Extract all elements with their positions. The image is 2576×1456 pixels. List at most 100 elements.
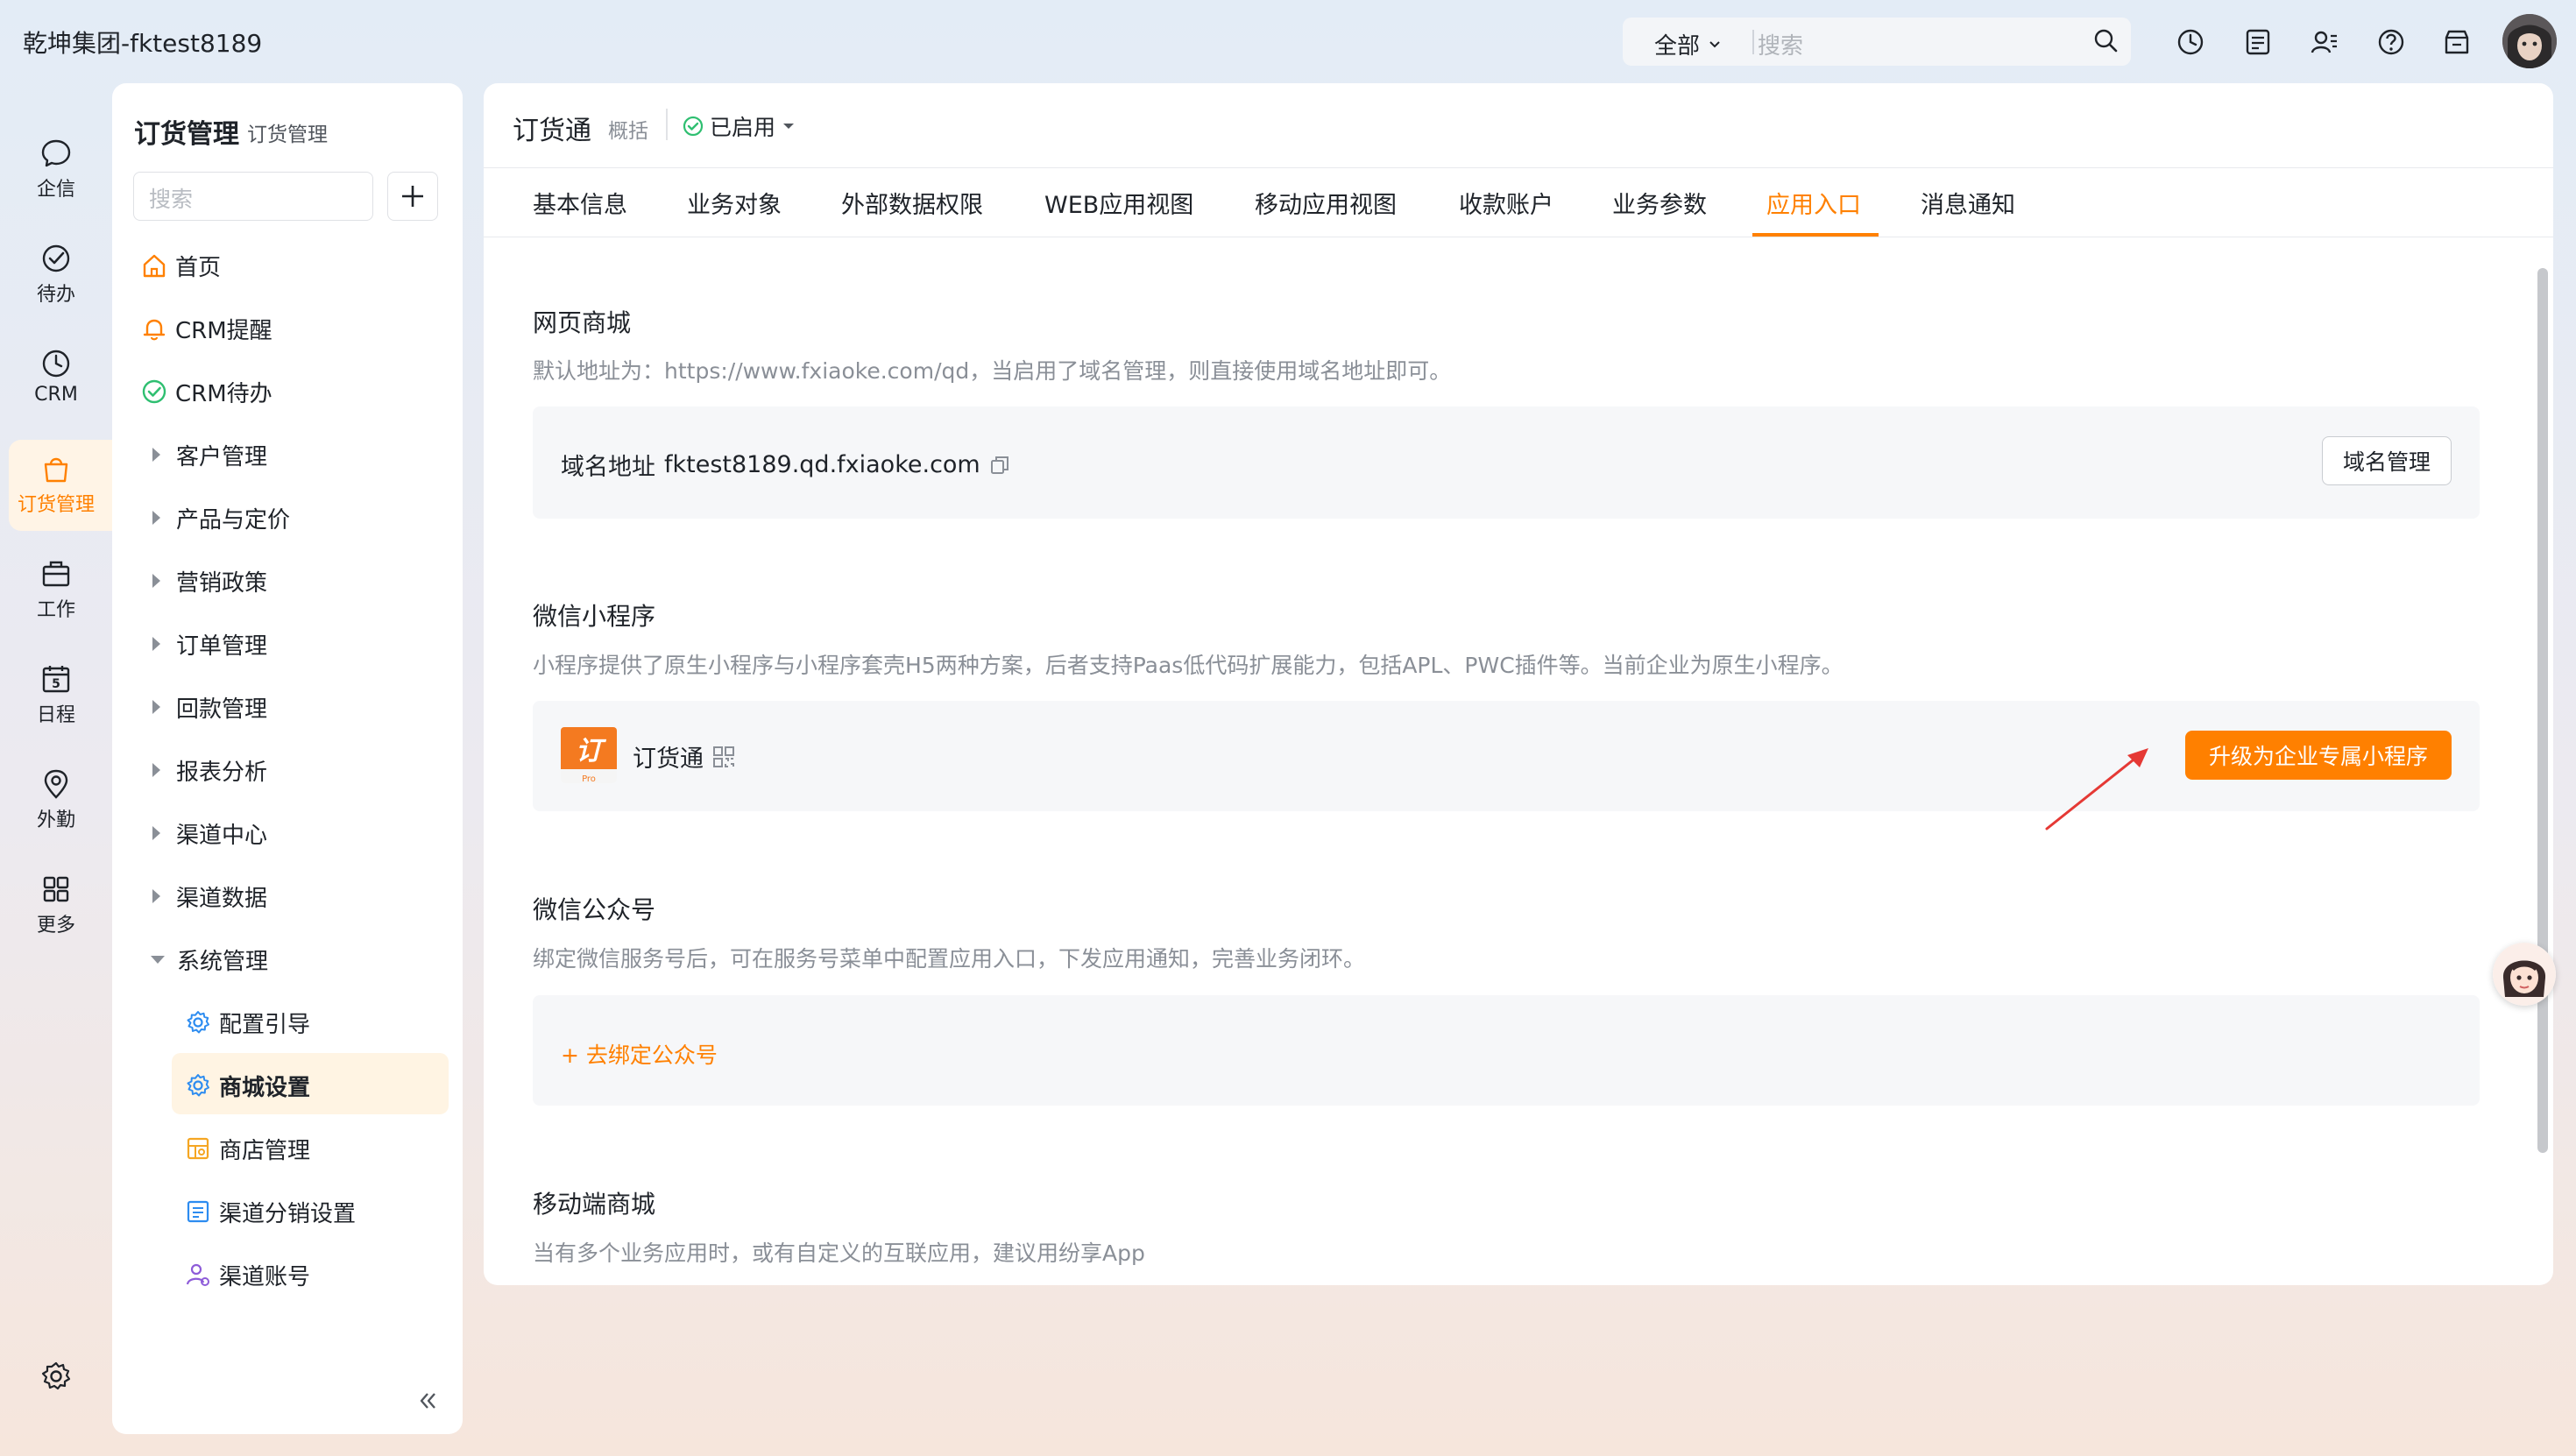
- sidebar-add-button[interactable]: [387, 172, 438, 221]
- settings-gear-icon[interactable]: [39, 1360, 73, 1393]
- gear-icon: [184, 1008, 212, 1036]
- sidebar-item-label: 客户管理: [176, 443, 268, 470]
- check-circle-icon: [140, 378, 168, 406]
- list-settings-icon: [184, 1198, 212, 1226]
- mini-app-name-row: 订货通: [633, 739, 735, 774]
- qrcode-icon[interactable]: [712, 746, 735, 768]
- company-name[interactable]: 乾坤集团-fktest8189: [23, 25, 262, 60]
- rail-item-schedule[interactable]: 5 日程: [0, 662, 112, 727]
- search-divider: [1752, 30, 1754, 54]
- annotation-arrow-icon: [2043, 745, 2152, 832]
- sidebar-item-home[interactable]: 首页: [140, 248, 221, 283]
- bind-official-account-link[interactable]: + 去绑定公众号: [561, 1038, 718, 1070]
- sidebar-item-reports[interactable]: 报表分析: [140, 753, 267, 788]
- check-circle-icon: [42, 244, 70, 272]
- sidebar-subitem-shop-management[interactable]: 商店管理: [184, 1131, 310, 1166]
- caret-right-icon: [152, 763, 160, 777]
- tab-payment-accounts[interactable]: 收款账户: [1459, 186, 1553, 220]
- svg-text:Pro: Pro: [582, 774, 596, 783]
- rail-item-label: CRM: [34, 384, 78, 406]
- sidebar-item-label: 渠道中心: [176, 822, 268, 849]
- collapse-sidebar-icon[interactable]: [415, 1389, 440, 1413]
- rail-item-label: 企信: [36, 179, 75, 201]
- app-status-dropdown[interactable]: 已启用: [682, 110, 796, 142]
- main-scrollbar[interactable]: [2537, 268, 2548, 1153]
- sidebar-item-orders[interactable]: 订单管理: [140, 626, 267, 661]
- search-icon[interactable]: [2092, 27, 2119, 53]
- assistant-avatar[interactable]: [2493, 943, 2556, 1006]
- sidebar-subitem-channel-account[interactable]: 渠道账号: [184, 1257, 310, 1292]
- calendar-day: 5: [52, 677, 60, 691]
- sidebar-item-label: 回款管理: [176, 696, 268, 723]
- user-avatar[interactable]: [2502, 14, 2557, 68]
- domain-row: 域名地址 fktest8189.qd.fxiaoke.com: [561, 448, 1010, 482]
- tab-web-app-view[interactable]: WEB应用视图: [1044, 186, 1193, 220]
- app-status-label: 已启用: [710, 115, 776, 140]
- sidebar-subitem-channel-distribution[interactable]: 渠道分销设置: [184, 1194, 356, 1229]
- tab-business-objects[interactable]: 业务对象: [687, 186, 782, 220]
- upgrade-mini-program-button[interactable]: 升级为企业专属小程序: [2185, 731, 2452, 780]
- bell-icon: [140, 315, 168, 343]
- caret-right-icon: [152, 448, 160, 462]
- tab-app-entry[interactable]: 应用入口: [1766, 186, 1861, 220]
- rail-item-qixin[interactable]: 企信: [0, 137, 112, 201]
- section-title-mobile-mall: 移动端商城: [533, 1190, 656, 1219]
- domain-management-button[interactable]: 域名管理: [2322, 436, 2452, 485]
- sidebar-item-label: 报表分析: [176, 759, 268, 786]
- caret-right-icon: [152, 511, 160, 525]
- sidebar-item-label: 渠道分销设置: [219, 1200, 357, 1227]
- rail-item-order[interactable]: 订货管理: [0, 452, 112, 517]
- mini-app-name: 订货通: [633, 746, 704, 773]
- sidebar-subtitle: 订货管理: [247, 124, 328, 146]
- tab-message-notification[interactable]: 消息通知: [1921, 186, 2015, 220]
- app-logo: 订 Pro: [561, 727, 617, 783]
- sidebar-item-crm-todo[interactable]: CRM待办: [140, 374, 272, 409]
- sidebar-item-label: 商城设置: [219, 1074, 311, 1101]
- rail-item-field[interactable]: 外勤: [0, 767, 112, 832]
- global-search-input[interactable]: 搜索: [1758, 28, 1803, 60]
- sidebar-item-label: CRM待办: [175, 380, 272, 407]
- tab-external-data-permissions[interactable]: 外部数据权限: [841, 186, 983, 220]
- caret-right-icon: [152, 889, 160, 903]
- sidebar-item-label: 产品与定价: [176, 506, 291, 534]
- tab-business-params[interactable]: 业务参数: [1612, 186, 1707, 220]
- sidebar-item-crm-reminder[interactable]: CRM提醒: [140, 311, 272, 346]
- caret-right-icon: [152, 826, 160, 840]
- search-scope-label: 全部: [1654, 33, 1701, 60]
- copy-icon[interactable]: [989, 455, 1010, 476]
- rail-item-more[interactable]: 更多: [0, 873, 112, 937]
- rail-item-work[interactable]: 工作: [0, 557, 112, 622]
- official-account-card: [533, 995, 2480, 1106]
- sidebar-item-customer[interactable]: 客户管理: [140, 437, 267, 472]
- sidebar-item-label: 首页: [175, 254, 222, 281]
- rail-item-label: 更多: [36, 915, 75, 937]
- sidebar-item-label: 订单管理: [176, 633, 268, 660]
- rail-item-label: 订货管理: [17, 494, 95, 516]
- tab-mobile-app-view[interactable]: 移动应用视图: [1255, 186, 1397, 220]
- search-scope-select[interactable]: 全部: [1654, 28, 1723, 60]
- sidebar-subitem-mall-settings[interactable]: 商城设置: [184, 1068, 310, 1103]
- history-clock-icon[interactable]: [2176, 27, 2205, 57]
- sidebar-item-channel-center[interactable]: 渠道中心: [140, 816, 267, 851]
- help-icon[interactable]: [2376, 27, 2406, 57]
- sidebar-item-system[interactable]: 系统管理: [140, 942, 268, 977]
- notepad-icon[interactable]: [2243, 27, 2273, 57]
- section-desc-mini-program: 小程序提供了原生小程序与小程序套壳H5两种方案，后者支持Paas低代码扩展能力，…: [533, 653, 1844, 678]
- app-overview-link[interactable]: 概括: [608, 114, 648, 144]
- rail-item-crm[interactable]: CRM: [0, 347, 112, 406]
- header-separator: [484, 167, 2553, 168]
- section-desc-official-account: 绑定微信服务号后，可在服务号菜单中配置应用入口，下发应用通知，完善业务闭环。: [533, 946, 1366, 972]
- sidebar-item-channel-data[interactable]: 渠道数据: [140, 879, 267, 914]
- tab-basic-info[interactable]: 基本信息: [533, 186, 627, 220]
- store-icon[interactable]: [2442, 27, 2472, 57]
- sidebar-item-payment[interactable]: 回款管理: [140, 689, 267, 724]
- section-title-official-account: 微信公众号: [533, 895, 656, 924]
- rail-item-todo[interactable]: 待办: [0, 242, 112, 307]
- chat-bubble-icon: [41, 139, 71, 167]
- contacts-icon[interactable]: [2310, 27, 2339, 57]
- briefcase-icon: [42, 561, 70, 587]
- sidebar-item-marketing[interactable]: 营销政策: [140, 563, 267, 598]
- sidebar-subitem-config-guide[interactable]: 配置引导: [184, 1005, 310, 1040]
- rail-item-label: 日程: [36, 704, 75, 726]
- sidebar-item-product[interactable]: 产品与定价: [140, 500, 290, 535]
